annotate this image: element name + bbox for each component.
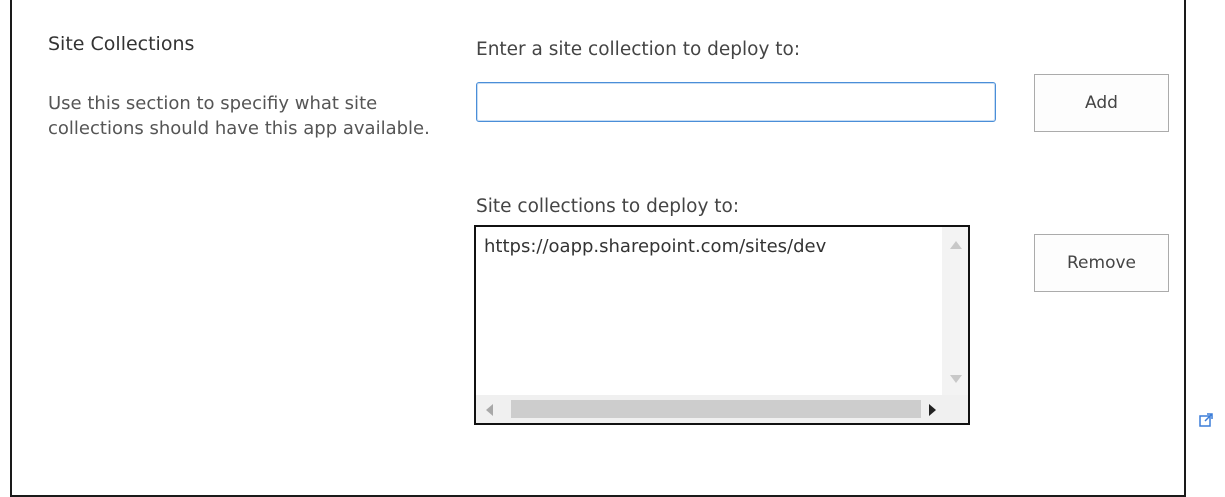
scroll-down-arrow-icon[interactable] — [950, 375, 962, 383]
horizontal-scroll-thumb[interactable] — [511, 400, 921, 418]
listbox-items: https://oapp.sharepoint.com/sites/dev — [476, 227, 940, 395]
site-collections-list-label: Site collections to deploy to: — [476, 196, 740, 217]
scroll-right-arrow-icon[interactable] — [929, 404, 936, 416]
remove-button[interactable]: Remove — [1034, 234, 1169, 292]
scroll-up-arrow-icon[interactable] — [950, 241, 962, 249]
list-item[interactable]: https://oapp.sharepoint.com/sites/dev — [484, 235, 932, 259]
vertical-scrollbar[interactable] — [942, 227, 968, 395]
horizontal-scrollbar[interactable] — [476, 395, 968, 423]
section-description: Use this section to specifiy what site c… — [48, 93, 430, 139]
external-link-icon[interactable] — [1199, 413, 1213, 427]
site-collections-listbox[interactable]: https://oapp.sharepoint.com/sites/dev — [474, 225, 970, 425]
add-button[interactable]: Add — [1034, 74, 1169, 132]
section-title: Site Collections — [48, 33, 195, 55]
site-collection-input-label: Enter a site collection to deploy to: — [476, 39, 801, 60]
scroll-left-arrow-icon[interactable] — [486, 404, 493, 416]
scrollbar-corner — [942, 395, 968, 423]
site-collection-input[interactable] — [476, 82, 996, 122]
